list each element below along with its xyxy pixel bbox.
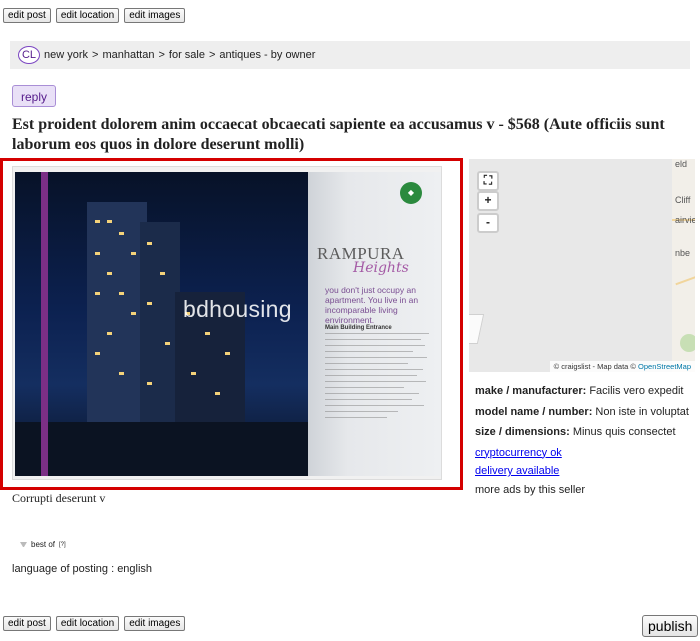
posting-body: Corrupti deserunt v [12, 491, 106, 505]
tower-right [140, 222, 180, 452]
tower-left [87, 202, 147, 452]
zoom-out-button[interactable]: - [477, 213, 499, 233]
breadcrumb-separator: > [208, 49, 216, 61]
breadcrumb: CL new york > manhattan > for sale > ant… [10, 41, 690, 69]
thumbs-icon [20, 541, 27, 548]
map-label: nbe [675, 248, 691, 258]
map-park [680, 334, 695, 352]
edit-post-button[interactable]: edit post [3, 8, 51, 23]
attribute-value: Facilis vero expedit [589, 385, 684, 397]
breadcrumb-item-section[interactable]: for sale [169, 49, 205, 61]
map-label: Cliff [675, 195, 691, 205]
zoom-in-button[interactable]: + [477, 191, 499, 211]
edit-images-button[interactable]: edit images [124, 616, 186, 631]
best-of-label[interactable]: best of [31, 540, 55, 549]
brochure-text-lines [325, 333, 429, 423]
attribute-value: Minus quis consectet [572, 426, 676, 438]
image-gallery[interactable]: ◆ RAMPURA Heights you don't just occupy … [0, 158, 463, 490]
ground [15, 422, 310, 476]
cryptocurrency-link[interactable]: cryptocurrency ok [475, 447, 695, 460]
map-attribution: © craigslist - Map data © OpenStreetMap [549, 361, 695, 372]
gallery-viewport: ◆ RAMPURA Heights you don't just occupy … [12, 166, 442, 480]
map-attribution-text: © craigslist - Map data © [553, 362, 636, 371]
bottom-toolbar: edit post edit location edit images [3, 616, 186, 631]
posting-title: Est proident dolorem anim occaecat obcae… [12, 116, 665, 153]
brochure-strip [41, 172, 48, 476]
map-label: eld [675, 159, 688, 169]
developer-badge-icon: ◆ [400, 182, 422, 204]
publish-button[interactable]: publish [642, 615, 699, 637]
attribute-key: model name / number: [475, 405, 593, 418]
delivery-link[interactable]: delivery available [475, 465, 695, 478]
language-of-posting: language of posting : english [12, 563, 153, 575]
building-photo [15, 172, 310, 476]
attribute-key: make / manufacturer: [475, 385, 587, 397]
breadcrumb-item-category[interactable]: antiques - by owner [219, 49, 315, 61]
gallery-image[interactable]: ◆ RAMPURA Heights you don't just occupy … [15, 172, 441, 476]
brochure-tagline: you don't just occupy an apartment. You … [325, 285, 419, 325]
brochure-list-title: Main Building Entrance [325, 325, 392, 331]
edit-location-button[interactable]: edit location [55, 8, 120, 23]
attribute-key: size / dimensions: [475, 426, 570, 438]
breadcrumb-separator: > [158, 49, 165, 61]
edit-post-button[interactable]: edit post [3, 616, 51, 631]
reply-button[interactable]: reply [12, 85, 56, 107]
attribute-make: make / manufacturer: Facilis vero expedi… [475, 385, 695, 398]
attribute-model: model name / number: Non iste in volupta… [475, 406, 695, 419]
attribute-size: size / dimensions: Minus quis consectet [475, 426, 695, 439]
breadcrumb-item-area[interactable]: manhattan [102, 49, 154, 61]
edit-images-button[interactable]: edit images [124, 8, 186, 23]
location-map[interactable]: eld Cliff airvie nbe ⛶ + - © craigslist … [469, 159, 695, 372]
best-of-help[interactable]: [?] [59, 542, 66, 548]
attribute-value: Non iste in voluptat [595, 405, 689, 418]
breadcrumb-separator: > [92, 49, 99, 61]
attribute-group: make / manufacturer: Facilis vero expedi… [475, 385, 695, 496]
edit-location-button[interactable]: edit location [55, 616, 120, 631]
brochure-script: Heights [353, 260, 409, 276]
best-of-link[interactable]: best of [?] [20, 540, 66, 549]
image-watermark: bdhousing [183, 296, 292, 322]
craigslist-logo[interactable]: CL [18, 46, 40, 64]
map-marker-icon [469, 314, 485, 344]
fullscreen-icon[interactable]: ⛶ [477, 171, 499, 191]
openstreetmap-link[interactable]: OpenStreetMap [638, 362, 691, 371]
map-label: airvie [675, 215, 695, 225]
top-toolbar: edit post edit location edit images [3, 8, 186, 23]
breadcrumb-item-city[interactable]: new york [44, 49, 88, 61]
more-ads-link[interactable]: more ads by this seller [475, 484, 585, 496]
